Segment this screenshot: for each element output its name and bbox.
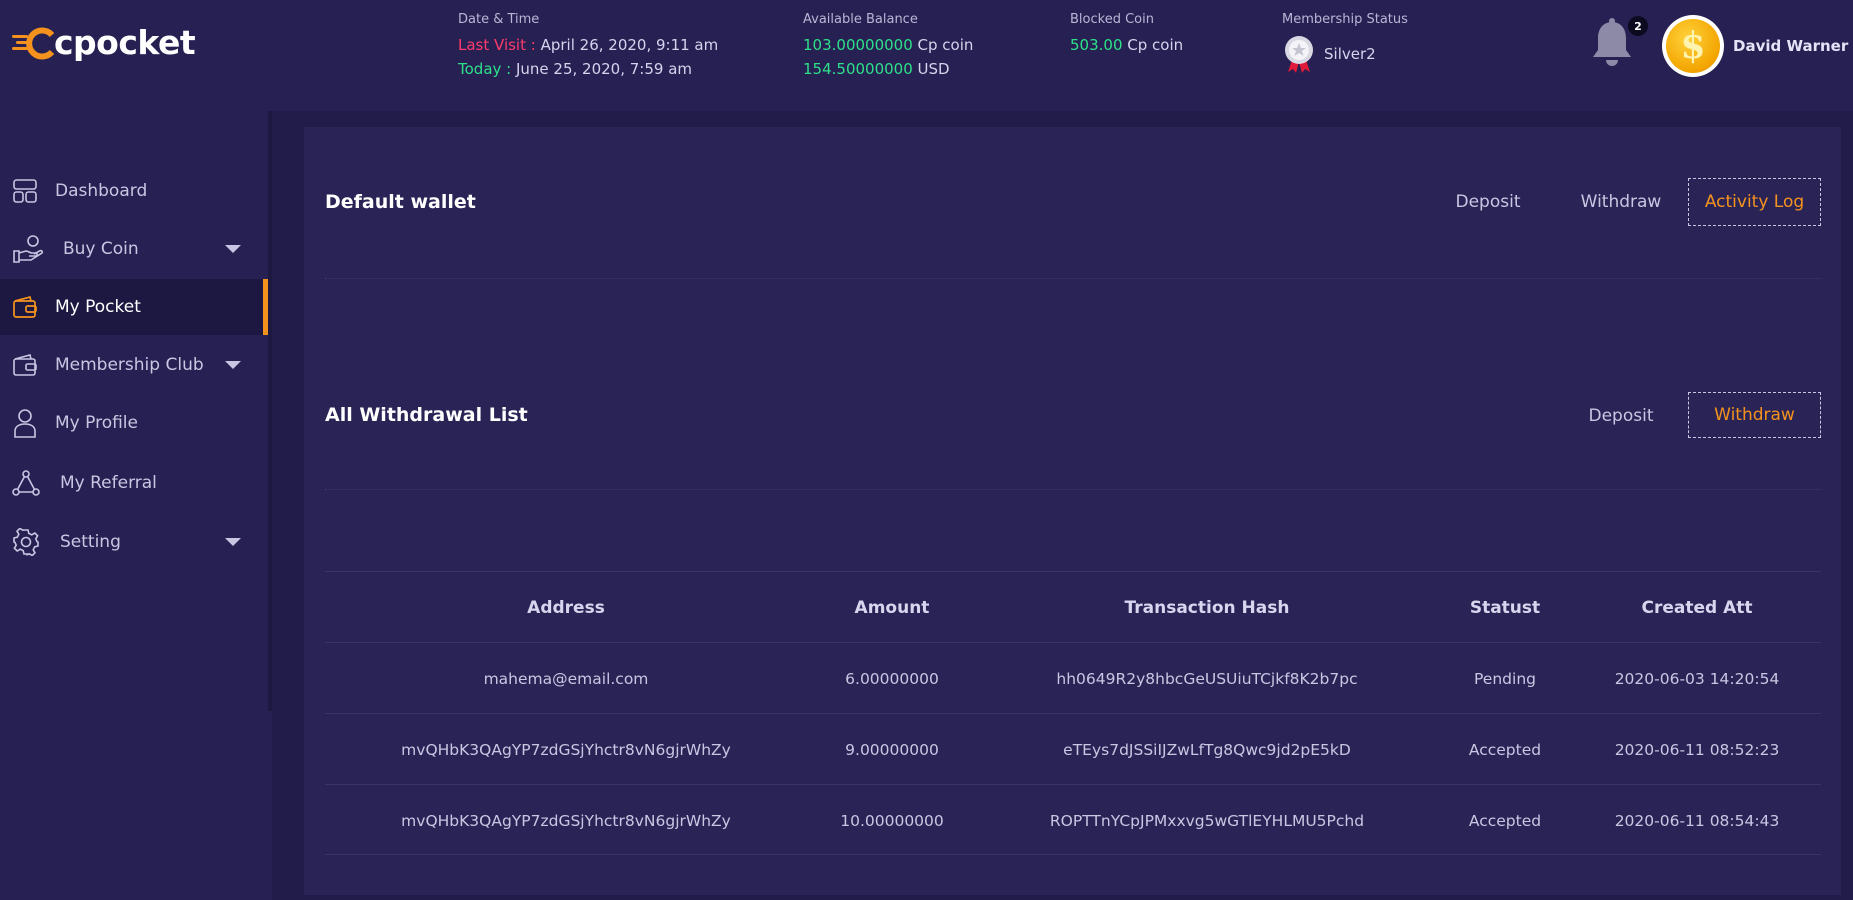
silver-medal-icon	[1285, 36, 1313, 73]
cell-address: mahema@email.com	[483, 669, 649, 688]
logo[interactable]: cpocket	[12, 23, 196, 62]
column-header-transaction-hash[interactable]: Transaction Hash	[977, 572, 1437, 643]
blocked-coin-label: Blocked Coin	[1070, 12, 1154, 27]
column-header-created-at[interactable]: Created Att	[1573, 572, 1821, 643]
column-header-status[interactable]: Statust	[1437, 572, 1573, 643]
sidebar-item-label: Dashboard	[55, 181, 148, 201]
blocked-coin-unit: Cp coin	[1127, 36, 1184, 54]
chevron-down-icon	[225, 538, 241, 546]
cell-address: mvQHbK3QAgYP7zdGSjYhctr8vN6gjrWhZy	[401, 811, 731, 830]
wallet-icon	[13, 295, 37, 318]
cell-transaction-hash: ROPTTnYCpJPMxxvg5wGTlEYHLMU5Pchd	[1049, 811, 1365, 830]
cell-status: Accepted	[1468, 811, 1542, 830]
cell-created-at: 2020-06-03 14:20:54	[1614, 669, 1780, 688]
sidebar-item-setting[interactable]: Setting	[0, 514, 268, 570]
column-header-address[interactable]: Address	[325, 572, 807, 643]
username[interactable]: David Warner	[1733, 37, 1848, 55]
last-visit-row: Last Visit : April 26, 2020, 9:11 am	[458, 36, 718, 54]
last-visit-label: Last Visit :	[458, 36, 536, 54]
cell-transaction-hash: eTEys7dJSSiIJZwLfTg8Qwc9jd2pE5kD	[1063, 740, 1351, 759]
wallet-tab-activity-log[interactable]: Activity Log	[1688, 178, 1821, 226]
user-icon	[14, 409, 36, 438]
coin-balance-row: 103.00000000 Cp coin	[803, 36, 973, 54]
cell-amount: 10.00000000	[840, 811, 944, 830]
cell-address: mvQHbK3QAgYP7zdGSjYhctr8vN6gjrWhZy	[401, 740, 731, 759]
sidebar-item-label: Buy Coin	[63, 239, 139, 259]
withdrawal-tab-withdraw[interactable]: Withdraw	[1688, 392, 1821, 438]
gear-icon	[13, 528, 39, 556]
sidebar-item-membership-club[interactable]: Membership Club	[0, 337, 268, 393]
membership-icon	[13, 354, 37, 376]
sidebar-item-my-referral[interactable]: My Referral	[0, 455, 268, 511]
sidebar-item-my-pocket[interactable]: My Pocket	[0, 279, 268, 335]
balance-label: Available Balance	[803, 12, 918, 27]
datetime-info: Date & Time Last Visit : April 26, 2020,…	[458, 12, 718, 84]
sidebar-item-label: Membership Club	[55, 355, 204, 375]
column-header-amount[interactable]: Amount	[807, 572, 977, 643]
coin-avatar-icon: $	[1666, 19, 1720, 73]
sidebar-item-buy-coin[interactable]: Buy Coin	[0, 221, 268, 277]
cell-status: Pending	[1474, 669, 1536, 688]
coin-balance-amount: 103.00000000	[803, 36, 913, 54]
withdrawal-list-title: All Withdrawal List	[325, 404, 528, 426]
default-wallet-title: Default wallet	[325, 191, 476, 213]
membership-value: Silver2	[1324, 45, 1376, 63]
blocked-coin-row: 503.00 Cp coin	[1070, 36, 1183, 54]
cell-created-at: 2020-06-11 08:52:23	[1614, 740, 1780, 759]
logo-text: cpocket	[54, 23, 196, 62]
table-row: mvQHbK3QAgYP7zdGSjYhctr8vN6gjrWhZy 9.000…	[325, 713, 1821, 784]
membership-label: Membership Status	[1282, 12, 1408, 27]
sidebar-item-label: Setting	[60, 532, 121, 552]
table-row: mvQHbK3QAgYP7zdGSjYhctr8vN6gjrWhZy 10.00…	[325, 784, 1821, 855]
membership-info: Membership Status Silver2	[1282, 12, 1408, 74]
logo-icon	[12, 27, 54, 60]
table-header-row: Address Amount Transaction Hash Statust …	[325, 571, 1821, 642]
cell-created-at: 2020-06-11 08:54:43	[1614, 811, 1780, 830]
withdrawal-tab-deposit[interactable]: Deposit	[1570, 392, 1672, 440]
cell-status: Accepted	[1468, 740, 1542, 759]
chevron-down-icon	[225, 361, 241, 369]
wallet-tab-deposit[interactable]: Deposit	[1440, 178, 1536, 226]
today-row: Today : June 25, 2020, 7:59 am	[458, 60, 718, 78]
section-divider	[325, 278, 1821, 279]
membership-status: Silver2	[1282, 34, 1408, 74]
chevron-down-icon	[225, 245, 241, 253]
sidebar-item-dashboard[interactable]: Dashboard	[0, 163, 268, 219]
usd-balance-unit: USD	[917, 60, 950, 78]
top-header: cpocket Date & Time Last Visit : April 2…	[0, 0, 1853, 111]
usd-balance-amount: 154.50000000	[803, 60, 913, 78]
cell-amount: 6.00000000	[845, 669, 939, 688]
avatar[interactable]: $	[1662, 15, 1724, 77]
coin-balance-unit: Cp coin	[917, 36, 974, 54]
table-row: mahema@email.com 6.00000000 hh0649R2y8hb…	[325, 642, 1821, 713]
section-divider	[325, 489, 1821, 490]
sidebar-item-my-profile[interactable]: My Profile	[0, 395, 268, 451]
sidebar-item-label: My Pocket	[55, 297, 141, 317]
usd-balance-row: 154.50000000 USD	[803, 60, 973, 78]
notification-button[interactable]: 2	[1584, 16, 1648, 72]
referral-icon	[12, 470, 40, 496]
datetime-label: Date & Time	[458, 12, 540, 27]
buy-coin-icon	[13, 235, 44, 263]
blocked-coin-info: Blocked Coin 503.00 Cp coin	[1070, 12, 1183, 60]
withdrawal-table: Address Amount Transaction Hash Statust …	[325, 571, 1821, 855]
today-value: June 25, 2020, 7:59 am	[515, 60, 693, 78]
cell-transaction-hash: hh0649R2y8hbcGeUSUiuTCjkf8K2b7pc	[1056, 669, 1358, 688]
sidebar-item-label: My Referral	[60, 473, 157, 493]
notification-badge: 2	[1628, 16, 1648, 36]
balance-info: Available Balance 103.00000000 Cp coin 1…	[803, 12, 973, 84]
dashboard-icon	[13, 179, 37, 203]
blocked-coin-amount: 503.00	[1070, 36, 1123, 54]
today-label: Today :	[458, 60, 512, 78]
sidebar-item-label: My Profile	[55, 413, 138, 433]
wallet-tab-withdraw[interactable]: Withdraw	[1570, 178, 1672, 226]
last-visit-value: April 26, 2020, 9:11 am	[540, 36, 719, 54]
cell-amount: 9.00000000	[845, 740, 939, 759]
